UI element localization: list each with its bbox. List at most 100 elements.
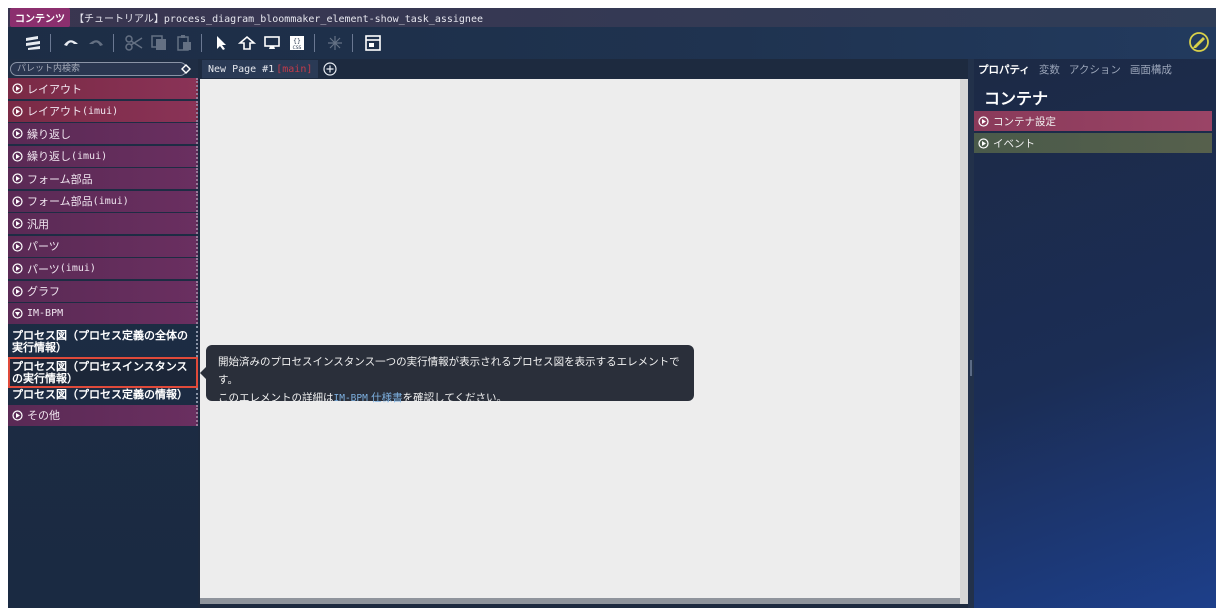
expand-circle-icon <box>12 83 23 94</box>
add-page-icon[interactable] <box>323 62 337 76</box>
category-tag: (imui) <box>71 150 108 162</box>
tab-actions[interactable]: アクション <box>1069 62 1121 77</box>
stack-icon[interactable] <box>22 32 44 54</box>
preview-icon[interactable] <box>261 32 283 54</box>
css-icon[interactable]: {} CSS <box>286 32 308 54</box>
toolbar-separator <box>113 34 114 52</box>
title-bar: コンテンツ 【チュートリアル】process_diagram_bloommake… <box>8 8 1216 27</box>
cut-icon[interactable] <box>123 32 145 54</box>
svg-text:{}: {} <box>293 38 301 45</box>
tooltip-line-1: 開始済みのプロセスインスタンス一つの実行情報が表示されるプロセス図を表示するエレ… <box>218 356 680 386</box>
expand-circle-icon <box>12 173 23 184</box>
element-process-diagram-definition-execution[interactable]: プロセス図（プロセス定義の全体の実行情報） <box>8 325 198 357</box>
category-label: フォーム部品 <box>27 172 93 186</box>
palette-category-graph[interactable]: グラフ <box>8 280 198 302</box>
copy-icon[interactable] <box>148 32 170 54</box>
element-process-diagram-instance-execution[interactable]: プロセス図（プロセスインスタンスの実行情報） <box>8 356 198 388</box>
category-label: フォーム部品 <box>27 195 93 208</box>
property-tabs: プロパティ 変数 アクション 画面構成 <box>974 59 1216 79</box>
palette-category-other[interactable]: その他 <box>8 404 198 426</box>
section-events[interactable]: イベント <box>974 133 1212 153</box>
expand-circle-icon <box>12 128 23 139</box>
category-label: 繰り返し <box>27 127 71 141</box>
category-tag: (imui) <box>92 195 129 207</box>
palette-category-repeat[interactable]: 繰り返し <box>8 123 198 144</box>
category-tag: (imui) <box>82 105 119 117</box>
tooltip-text-pre: このエレメントの詳細は <box>218 392 334 404</box>
expand-circle-icon <box>978 115 989 127</box>
tooltip-line-2: このエレメントの詳細はIM-BPM 仕様書を確認してください。 <box>218 389 682 408</box>
toolbar-separator <box>352 34 353 52</box>
expand-circle-icon <box>12 409 23 421</box>
horizontal-scrollbar[interactable] <box>200 598 960 604</box>
tooltip-arrow <box>200 367 206 379</box>
palette-category-form-parts-imui[interactable]: フォーム部品 (imui) <box>8 190 198 212</box>
layout-icon[interactable] <box>362 32 384 54</box>
document-title: 【チュートリアル】process_diagram_bloommaker_elem… <box>74 14 483 25</box>
category-label: 汎用 <box>27 217 49 231</box>
category-label: レイアウト <box>27 105 82 118</box>
svg-text:CSS: CSS <box>293 45 302 51</box>
app-window: コンテンツ 【チュートリアル】process_diagram_bloommake… <box>8 8 1216 608</box>
sparkle-icon[interactable] <box>324 32 346 54</box>
toolbar-separator <box>314 34 315 52</box>
expand-circle-icon <box>12 150 23 162</box>
panel-title: コンテナ <box>984 89 1049 108</box>
section-label: イベント <box>993 137 1035 150</box>
redo-icon[interactable] <box>85 32 107 54</box>
expand-circle-icon <box>978 137 989 149</box>
property-panel: プロパティ 変数 アクション 画面構成 コンテナ コンテナ設定 イベント <box>974 59 1216 608</box>
tooltip-code: IM-BPM <box>333 393 368 404</box>
paste-icon[interactable] <box>173 32 195 54</box>
toolbar-separator <box>201 34 202 52</box>
element-process-diagram-definition-info[interactable]: プロセス図（プロセス定義の情報） <box>8 387 198 403</box>
collapse-circle-icon <box>12 308 23 319</box>
palette-category-parts[interactable]: パーツ <box>8 235 198 257</box>
toolbar: {} CSS <box>8 27 1216 59</box>
category-tag: IM-BPM <box>27 308 64 319</box>
element-label: プロセス図（プロセス定義の情報） <box>12 387 188 401</box>
clear-search-icon[interactable] <box>180 63 192 78</box>
palette-category-im-bpm[interactable]: IM-BPM <box>8 303 198 324</box>
palette-category-form-parts[interactable]: フォーム部品 <box>8 168 198 189</box>
category-label: レイアウト <box>27 82 82 96</box>
expand-circle-icon <box>12 285 23 297</box>
category-label: 繰り返し <box>27 150 71 163</box>
tab-new-page-1[interactable]: New Page #1 [main] <box>202 60 319 78</box>
palette-category-general[interactable]: 汎用 <box>8 213 198 234</box>
category-label: グラフ <box>27 285 60 298</box>
tab-label: New Page #1 <box>208 63 275 75</box>
content-type-badge: コンテンツ <box>10 8 70 27</box>
palette-search-input[interactable] <box>10 62 187 76</box>
expand-circle-icon <box>12 105 23 117</box>
palette-category-parts-imui[interactable]: パーツ (imui) <box>8 258 198 279</box>
splitter-grip-icon[interactable] <box>970 360 972 376</box>
palette-category-layout[interactable]: レイアウト <box>8 78 198 99</box>
category-label: パーツ <box>27 240 60 253</box>
tab-main-tag: [main] <box>276 63 313 75</box>
tab-properties[interactable]: プロパティ <box>978 62 1030 77</box>
palette-category-repeat-imui[interactable]: 繰り返し (imui) <box>8 145 198 167</box>
edit-icon[interactable] <box>1188 31 1210 56</box>
section-container-settings[interactable]: コンテナ設定 <box>974 111 1212 131</box>
tab-screen-structure[interactable]: 画面構成 <box>1130 62 1172 77</box>
category-label: パーツ <box>27 262 60 276</box>
undo-icon[interactable] <box>60 32 82 54</box>
vertical-scrollbar[interactable] <box>960 79 968 604</box>
spec-link[interactable]: 仕様書 <box>368 392 403 404</box>
tooltip-text-post: を確認してください。 <box>402 392 508 404</box>
drag-icon[interactable] <box>236 32 258 54</box>
category-label: その他 <box>27 409 60 422</box>
expand-circle-icon <box>12 240 23 252</box>
design-canvas[interactable] <box>200 79 960 598</box>
category-tag: (imui) <box>59 263 96 274</box>
tab-variables[interactable]: 変数 <box>1039 62 1060 77</box>
pointer-icon[interactable] <box>211 32 233 54</box>
element-label: プロセス図（プロセスインスタンスの実行情報） <box>12 359 188 385</box>
element-label: プロセス図（プロセス定義の全体の実行情報） <box>12 328 188 354</box>
section-label: コンテナ設定 <box>993 115 1056 128</box>
palette-category-layout-imui[interactable]: レイアウト (imui) <box>8 100 198 122</box>
palette-search-row <box>8 59 198 78</box>
expand-circle-icon <box>12 195 23 207</box>
expand-circle-icon <box>12 218 23 229</box>
